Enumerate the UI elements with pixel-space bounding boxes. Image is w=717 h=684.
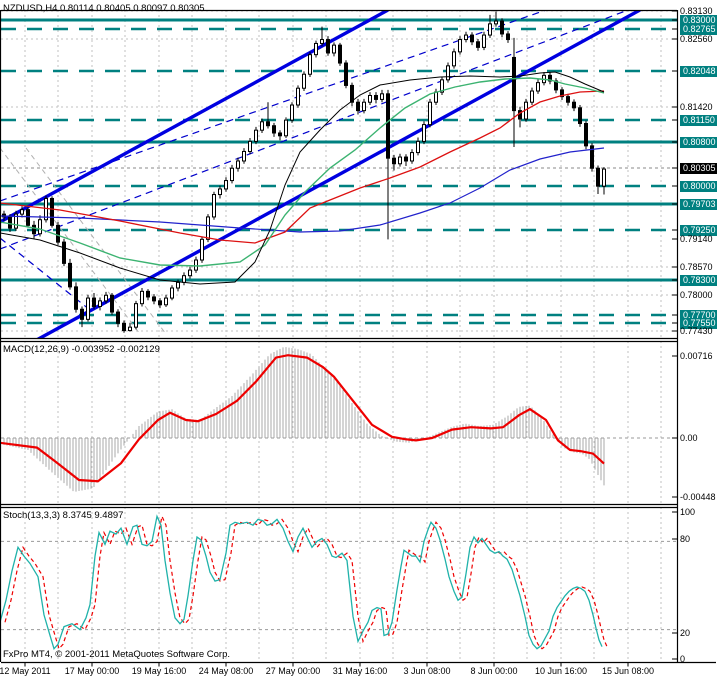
level-price-label: 0.80000 bbox=[680, 180, 717, 192]
time-label: 8 Jun 00:00 bbox=[470, 666, 518, 676]
price-tick-label: 0.81420 bbox=[680, 101, 713, 112]
price-tick-label: 0.78570 bbox=[680, 261, 713, 272]
time-label: 12 May 2011 bbox=[0, 666, 51, 676]
stoch-label: Stoch(13,3,3) 8.3745 9.4897 bbox=[3, 510, 124, 521]
price-tick-label: 0.77430 bbox=[680, 325, 713, 336]
price-tick-label: 0.78000 bbox=[680, 289, 713, 300]
macd-scale-label: -0.00448 bbox=[680, 491, 716, 502]
current-price-label: 0.80305 bbox=[680, 162, 717, 174]
main-panel[interactable] bbox=[0, 10, 677, 360]
chart-title: NZDUSD,H4 0.80114 0.80405 0.80097 0.8030… bbox=[3, 3, 205, 14]
stoch-scale-label: 80 bbox=[680, 533, 691, 544]
time-label: 15 Jun 08:00 bbox=[601, 666, 655, 676]
level-price-label: 0.81150 bbox=[680, 114, 717, 126]
macd-scale-label: 0.00716 bbox=[680, 350, 713, 361]
time-label: 27 May 00:00 bbox=[265, 666, 321, 676]
price-tick-label: 0.82560 bbox=[680, 33, 713, 44]
level-price-label: 0.78300 bbox=[680, 274, 717, 286]
level-price-label: 0.80800 bbox=[680, 136, 717, 148]
stoch-scale-label: 20 bbox=[680, 627, 691, 638]
time-label: 24 May 08:00 bbox=[198, 666, 254, 676]
chart-canvas[interactable] bbox=[0, 0, 717, 684]
stoch-panel[interactable] bbox=[0, 507, 677, 662]
price-tick-label: 0.79140 bbox=[680, 233, 713, 244]
copyright-text: FxPro MT4, © 2001-2011 MetaQuotes Softwa… bbox=[3, 649, 231, 660]
stoch-scale-label: 0 bbox=[680, 653, 686, 664]
mt4-chart-window: NZDUSD,H4 0.80114 0.80405 0.80097 0.8030… bbox=[0, 0, 717, 684]
time-label: 10 Jun 16:00 bbox=[534, 666, 588, 676]
time-label: 31 May 16:00 bbox=[332, 666, 388, 676]
level-price-label: 0.79703 bbox=[680, 198, 717, 210]
level-price-label: 0.82048 bbox=[680, 65, 717, 77]
time-label: 3 Jun 08:00 bbox=[403, 666, 451, 676]
stoch-scale-label: 100 bbox=[680, 506, 696, 517]
macd-panel[interactable] bbox=[0, 341, 677, 504]
macd-scale-label: 0.00 bbox=[680, 432, 698, 443]
time-label: 17 May 00:00 bbox=[64, 666, 120, 676]
macd-label: MACD(12,26,9) -0.003952 -0.002129 bbox=[3, 344, 160, 355]
time-label: 19 May 16:00 bbox=[131, 666, 187, 676]
